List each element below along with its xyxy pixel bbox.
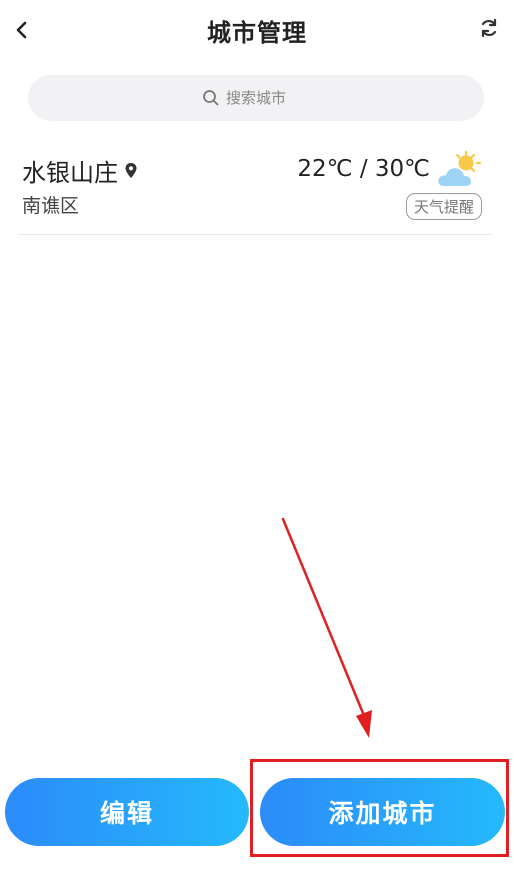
app-header: 城市管理 — [0, 0, 514, 60]
weather-remind-button[interactable]: 天气提醒 — [405, 193, 482, 220]
search-icon — [203, 90, 219, 106]
add-city-button[interactable]: 添加城市 — [260, 778, 505, 846]
search-input[interactable] — [226, 89, 310, 107]
temperature-range: 22℃ / 30℃ — [297, 156, 430, 182]
city-district: 南谯区 — [22, 195, 80, 217]
search-bar[interactable] — [28, 75, 484, 121]
page-title: 城市管理 — [207, 19, 307, 47]
city-name-group: 水银山庄 — [22, 153, 138, 188]
partly-cloudy-icon — [438, 150, 482, 186]
refresh-icon[interactable] — [478, 17, 500, 39]
city-name: 水银山庄 — [22, 159, 118, 187]
city-list-item[interactable]: 水银山庄 南谯区 22℃ / 30℃ 天气提醒 — [18, 140, 492, 235]
location-pin-icon — [125, 162, 137, 178]
edit-button[interactable]: 编辑 — [5, 778, 249, 846]
annotation-arrow — [281, 517, 372, 738]
